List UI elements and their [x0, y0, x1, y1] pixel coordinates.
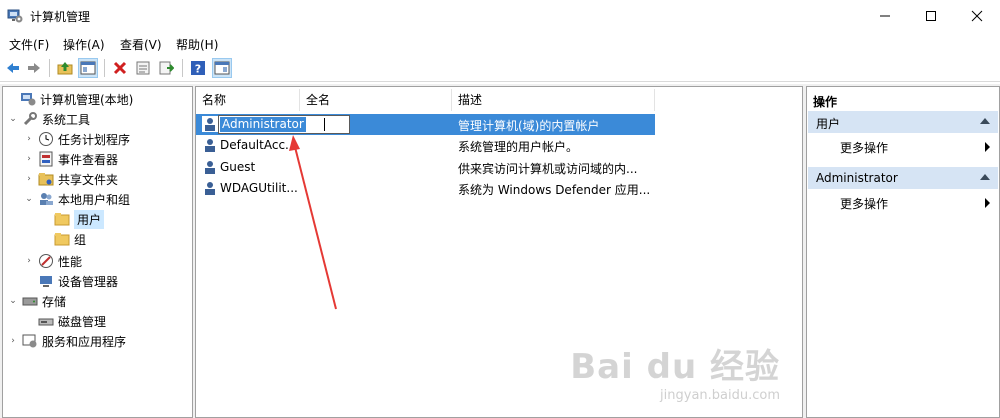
computer-management-icon — [7, 9, 23, 23]
tree-item-performance[interactable]: › 性能 — [23, 251, 82, 271]
expand-arrow-icon[interactable]: › — [23, 174, 35, 184]
menu-file[interactable]: 文件(F) — [9, 36, 49, 53]
performance-icon — [39, 254, 53, 268]
watermark: Bai du 经验 jingyan.baidu.com — [570, 339, 780, 403]
collapse-icon — [980, 118, 990, 124]
more-actions-item[interactable]: 更多操作 — [840, 139, 990, 156]
navigation-tree: 计算机管理(本地) ⌄ 系统工具 › 任务计划程序 › 事件查看器 › 共享文件… — [2, 86, 193, 418]
tree-item-local-users-groups[interactable]: ⌄ 本地用户和组 — [23, 189, 130, 209]
tools-icon — [23, 112, 37, 126]
tree-item-device-manager[interactable]: 设备管理器 — [23, 271, 118, 291]
submenu-arrow-icon — [985, 198, 990, 208]
menu-help[interactable]: 帮助(H) — [176, 36, 218, 53]
console-body: 计算机管理(本地) ⌄ 系统工具 › 任务计划程序 › 事件查看器 › 共享文件… — [0, 84, 1000, 418]
shared-folder-icon — [38, 173, 54, 186]
maximize-icon — [926, 11, 936, 21]
toolbar: ? — [0, 55, 1000, 82]
actions-section-users[interactable]: 用户 — [808, 111, 998, 133]
delete-button[interactable] — [111, 59, 129, 77]
menu-view[interactable]: 查看(V) — [120, 36, 162, 53]
folder-icon — [54, 233, 70, 246]
storage-icon — [22, 297, 38, 306]
show-hide-action-pane-button[interactable] — [212, 58, 232, 78]
users-group-icon — [40, 193, 53, 205]
show-action-pane-icon — [214, 61, 230, 75]
show-tree-icon — [80, 61, 96, 75]
up-folder-icon — [57, 62, 73, 75]
maximize-button[interactable] — [908, 0, 954, 32]
collapse-arrow-icon[interactable]: ⌄ — [7, 296, 19, 306]
watermark-brand: Bai du 经验 — [570, 347, 780, 387]
disk-icon — [38, 318, 54, 326]
properties-button[interactable] — [134, 59, 152, 77]
collapse-arrow-icon[interactable]: ⌄ — [7, 114, 19, 124]
expand-arrow-icon[interactable]: › — [23, 134, 35, 144]
help-button[interactable]: ? — [189, 59, 207, 77]
watermark-url: jingyan.baidu.com — [660, 388, 780, 403]
forward-icon — [28, 63, 40, 73]
toolbar-separator — [182, 59, 183, 77]
window-title: 计算机管理 — [30, 10, 91, 24]
actions-pane: 操作 用户 更多操作 Administrator 更多操作 — [806, 86, 1000, 418]
toolbar-separator — [49, 59, 50, 77]
tree-item-shared-folders[interactable]: › 共享文件夹 — [23, 169, 118, 189]
tree-item-task-scheduler[interactable]: › 任务计划程序 — [23, 129, 130, 149]
delete-icon — [113, 61, 127, 75]
tree-item-disk-management[interactable]: 磁盘管理 — [23, 311, 106, 331]
close-button[interactable] — [954, 0, 1000, 32]
up-one-level-button[interactable] — [56, 59, 74, 77]
forward-button[interactable] — [25, 59, 43, 77]
show-hide-tree-button[interactable] — [78, 58, 98, 78]
collapse-arrow-icon[interactable]: ⌄ — [23, 194, 35, 204]
tree-item-services-apps[interactable]: › 服务和应用程序 — [7, 331, 126, 351]
svg-text:?: ? — [195, 63, 201, 76]
help-icon: ? — [191, 61, 205, 76]
tree-item-event-viewer[interactable]: › 事件查看器 — [23, 149, 118, 169]
tree-item-root[interactable]: 计算机管理(本地) — [5, 89, 133, 109]
tree-item-system-tools[interactable]: ⌄ 系统工具 — [7, 109, 90, 129]
services-icon — [22, 334, 37, 348]
expand-arrow-icon[interactable]: › — [7, 336, 19, 346]
user-list-pane: 名称 全名 描述 管理计算机(域)的内置帐户 Administrator Def… — [195, 86, 803, 418]
clock-icon — [39, 132, 53, 146]
back-button[interactable] — [4, 59, 22, 77]
actions-title: 操作 — [813, 95, 838, 109]
more-actions-item[interactable]: 更多操作 — [840, 195, 990, 212]
tree-item-storage[interactable]: ⌄ 存储 — [7, 291, 66, 311]
event-viewer-icon — [39, 151, 53, 167]
tree-item-groups[interactable]: 组 — [39, 229, 86, 249]
menu-action[interactable]: 操作(A) — [63, 36, 105, 53]
actions-section-administrator[interactable]: Administrator — [808, 167, 998, 189]
menu-bar: 文件(F) 操作(A) 查看(V) 帮助(H) — [0, 32, 1000, 54]
submenu-arrow-icon — [985, 142, 990, 152]
tree-item-users[interactable]: 用户 — [39, 209, 105, 229]
expand-arrow-icon[interactable]: › — [23, 154, 35, 164]
back-icon — [7, 63, 19, 73]
collapse-icon — [980, 174, 990, 180]
expand-arrow-icon[interactable]: › — [23, 256, 35, 266]
minimize-button[interactable] — [862, 0, 908, 32]
folder-icon — [54, 213, 70, 226]
close-icon — [971, 10, 983, 22]
toolbar-separator — [104, 59, 105, 77]
minimize-icon — [880, 15, 890, 17]
title-bar: 计算机管理 — [0, 0, 1000, 32]
computer-management-icon — [21, 93, 36, 106]
export-icon — [159, 61, 174, 75]
device-manager-icon — [40, 276, 52, 287]
properties-icon — [136, 61, 150, 75]
export-list-button[interactable] — [157, 59, 175, 77]
